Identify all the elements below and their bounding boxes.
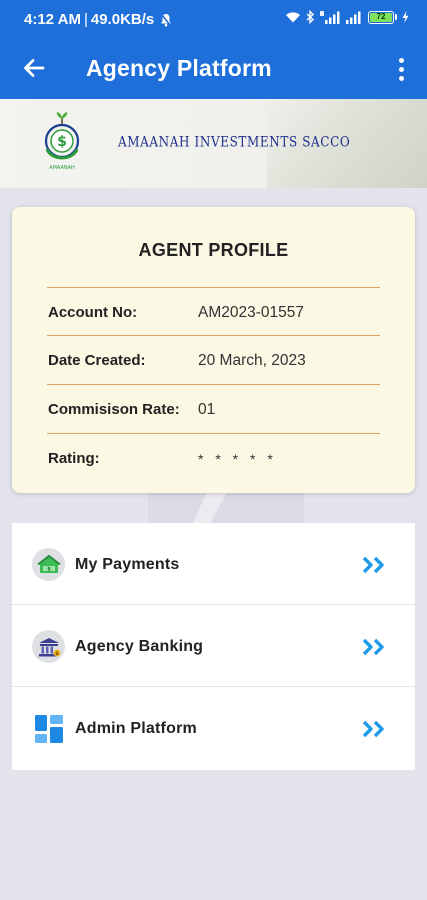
status-bar: 4:12 AM | 49.0KB/s 72 — [0, 0, 427, 40]
brand-banner: $ AMAANAH AMAANAH INVESTMENTS SACCO — [0, 99, 427, 188]
network-speed: 49.0KB/s — [90, 11, 155, 28]
profile-row-commission-rate: Commisison Rate: 01 — [47, 384, 380, 432]
dashboard-icon — [32, 712, 65, 745]
status-separator: | — [83, 11, 88, 28]
profile-row-label: Account No: — [48, 304, 138, 321]
date-created-value: 20 March, 2023 — [198, 352, 306, 369]
battery-level: 72 — [370, 12, 392, 22]
double-chevron-right-icon — [362, 720, 384, 738]
menu-item-agency-banking[interactable]: $ Agency Banking — [12, 605, 415, 687]
status-right: 72 — [285, 10, 409, 24]
svg-text:AMAANAH: AMAANAH — [49, 165, 75, 171]
profile-row-account: Account No: AM2023-01557 — [47, 287, 380, 335]
menu-item-label: My Payments — [75, 556, 180, 573]
page-title: Agency Platform — [86, 55, 272, 81]
profile-title: AGENT PROFILE — [138, 240, 289, 260]
status-left: 4:12 AM | 49.0KB/s — [24, 11, 172, 28]
agency-menu-list: $ My Payments $ Agency Banking Admin Pla… — [12, 523, 415, 770]
brand-name: AMAANAH INVESTMENTS SACCO — [118, 133, 351, 151]
bank-icon: $ — [32, 630, 65, 663]
profile-row-label: Commisison Rate: — [48, 401, 180, 418]
sacco-logo-icon: $ AMAANAH — [44, 112, 80, 171]
menu-item-label: Agency Banking — [75, 638, 204, 655]
account-number-value: AM2023-01557 — [198, 304, 304, 321]
battery-icon: 72 — [368, 10, 397, 24]
menu-item-my-payments[interactable]: $ My Payments — [12, 523, 415, 605]
svg-text:$: $ — [55, 651, 59, 657]
status-time: 4:12 AM — [24, 11, 81, 28]
signal-strength-icon-2 — [345, 11, 363, 24]
back-button[interactable] — [18, 52, 50, 84]
app-bar: Agency Platform — [0, 40, 427, 99]
rating-value: * * * * * — [198, 451, 277, 467]
menu-item-admin-platform[interactable]: Admin Platform — [12, 687, 415, 769]
menu-item-label: Admin Platform — [75, 720, 197, 737]
svg-text:$: $ — [47, 566, 51, 572]
double-chevron-right-icon — [362, 638, 384, 656]
agent-profile-card: AGENT PROFILE Account No: AM2023-01557 D… — [12, 207, 415, 493]
profile-row-label: Rating: — [48, 450, 100, 467]
signal-strength-icon-1 — [320, 10, 340, 24]
charging-icon — [402, 11, 409, 23]
profile-row-date-created: Date Created: 20 March, 2023 — [47, 335, 380, 383]
svg-text:$: $ — [57, 134, 67, 150]
overflow-menu-button[interactable] — [389, 54, 413, 84]
bluetooth-icon — [306, 10, 315, 24]
wifi-icon — [285, 11, 301, 23]
notification-muted-icon — [160, 12, 172, 27]
double-chevron-right-icon — [362, 556, 384, 574]
profile-row-rating: Rating: * * * * * — [47, 433, 380, 481]
commission-rate-value: 01 — [198, 401, 216, 418]
more-vert-icon — [398, 57, 404, 63]
profile-row-label: Date Created: — [48, 352, 146, 369]
back-arrow-icon — [24, 59, 45, 77]
payments-house-icon: $ — [32, 548, 65, 581]
